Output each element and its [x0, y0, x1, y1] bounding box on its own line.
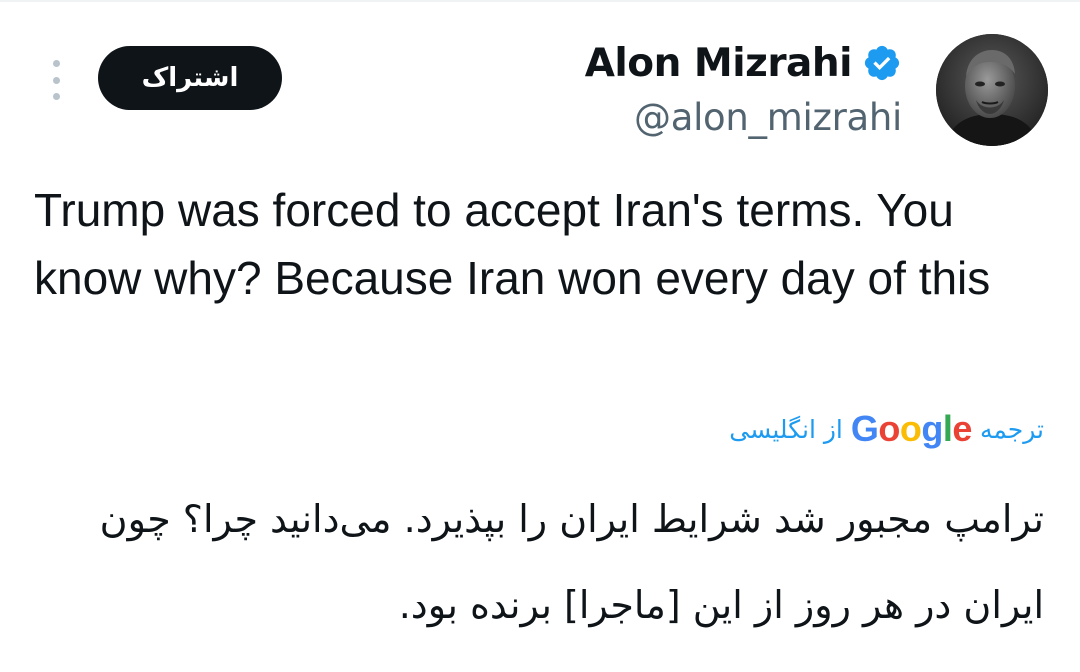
translation-attribution[interactable]: ترجمه Google از انگلیسی [729, 404, 1044, 454]
translated-tweet-text: ترامپ مجبور شد شرایط ایران را بپذیرد. می… [99, 497, 1044, 627]
google-logo: Google [850, 408, 973, 450]
translate-from-language: از انگلیسی [729, 414, 843, 444]
more-options-icon[interactable] [46, 60, 66, 100]
avatar[interactable] [936, 34, 1048, 146]
translate-prefix: ترجمه [979, 414, 1044, 444]
google-logo-letter: o [878, 408, 900, 449]
google-logo-letter: e [952, 408, 972, 449]
more-dot [52, 60, 60, 67]
author-info[interactable]: Alon Mizrahi @alon_mizrahi [585, 36, 903, 140]
author-handle[interactable]: @alon_mizrahi [585, 96, 902, 139]
more-dot [52, 93, 60, 100]
tweet-text: Trump was forced to accept Iran's terms.… [34, 184, 991, 304]
display-name[interactable]: Alon Mizrahi [585, 41, 853, 86]
google-logo-letter: l [942, 408, 953, 449]
display-name-row: Alon Mizrahi [585, 36, 902, 90]
more-dot [52, 76, 60, 84]
avatar-photo [936, 34, 1048, 146]
google-logo-letter: o [899, 408, 922, 449]
google-logo-letter: G [850, 408, 879, 449]
verified-badge-icon[interactable] [862, 43, 902, 83]
tweet-header: اشتراک Alon Mizrahi @alon_mizrahi [0, 0, 1080, 160]
subscribe-button[interactable]: اشتراک [98, 46, 282, 110]
google-logo-letter: g [921, 408, 943, 449]
